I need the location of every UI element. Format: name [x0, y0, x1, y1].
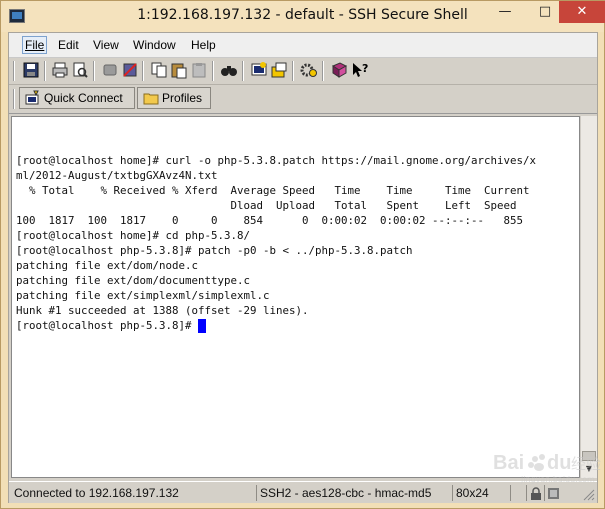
connect-icon[interactable] [121, 61, 139, 79]
toolbar: ? [9, 58, 597, 85]
toolbar-separator [93, 61, 95, 81]
menu-edit[interactable]: Edit [56, 37, 81, 53]
new-file-transfer-icon[interactable] [270, 61, 288, 79]
vertical-scrollbar[interactable]: ▼ [580, 116, 597, 478]
disconnect-icon[interactable] [101, 61, 119, 79]
minimize-button[interactable]: — [485, 1, 525, 23]
status-cipher: SSH2 - aes128-cbc - hmac-md5 [256, 485, 452, 501]
status-terminal-size: 80x24 [452, 485, 510, 501]
quick-connect-label: Quick Connect [44, 91, 123, 105]
terminal-line: % Total % Received % Xferd Average Speed… [16, 184, 530, 197]
watermark-suffix: 经验 [571, 455, 601, 473]
profiles-button[interactable]: Profiles [137, 87, 211, 109]
menu-file-label: File [25, 38, 45, 52]
terminal-line: patching file ext/dom/documenttype.c [16, 274, 251, 287]
save-icon[interactable] [22, 61, 40, 79]
print-preview-icon[interactable] [71, 61, 89, 79]
terminal-output[interactable]: [root@localhost home]# curl -o php-5.3.8… [11, 116, 580, 478]
terminal-line: [root@localhost php-5.3.8]# [16, 319, 199, 332]
status-network-icon [544, 485, 562, 501]
toolbar-separator [292, 61, 294, 81]
terminal-line: 100 1817 100 1817 0 0 854 0 0:00:02 0:00… [16, 214, 524, 227]
svg-text:?: ? [362, 62, 368, 75]
terminal-line: Dload Upload Total Spent Left Speed [16, 199, 517, 212]
context-help-icon[interactable]: ? [351, 61, 369, 79]
close-button[interactable]: ✕ [559, 1, 605, 23]
paw-icon [528, 454, 545, 471]
watermark-url: jingyan.baidu.com [520, 475, 595, 484]
terminal-line: [root@localhost home]# cd php-5.3.8/ [16, 229, 251, 242]
paste-disabled-icon[interactable] [190, 61, 208, 79]
quickbar-grip [13, 89, 15, 109]
toolbar-separator [212, 61, 214, 81]
help-book-icon[interactable] [330, 61, 348, 79]
resize-grip-icon[interactable] [581, 487, 595, 501]
ssh-window: 1:192.168.197.132 - default - SSH Secure… [0, 0, 605, 509]
menu-help[interactable]: Help [189, 37, 218, 53]
menu-bar: File Edit View Window Help [9, 33, 597, 58]
terminal-cursor [198, 319, 206, 333]
toolbar-separator [142, 61, 144, 81]
baidu-watermark: Bai du 经验 jingyan.baidu.com [493, 452, 601, 484]
toolbar-grip [13, 61, 15, 81]
terminal-line: [root@localhost home]# curl -o php-5.3.8… [16, 154, 537, 167]
status-connection: Connected to 192.168.197.132 [14, 486, 179, 500]
terminal-line: patching file ext/dom/node.c [16, 259, 199, 272]
terminal-line: ml/2012-August/txtbgGXAvz4N.txt [16, 169, 218, 182]
profiles-label: Profiles [162, 91, 203, 105]
quick-connect-button[interactable]: Quick Connect [19, 87, 135, 109]
print-icon[interactable] [51, 61, 69, 79]
toolbar-separator [322, 61, 324, 81]
quick-connect-icon [25, 90, 39, 105]
menu-file[interactable]: File [22, 36, 48, 54]
find-icon[interactable] [220, 61, 238, 79]
paste-icon[interactable] [170, 61, 188, 79]
terminal-line: Hunk #1 succeeded at 1388 (offset -29 li… [16, 304, 309, 317]
watermark-brand: Bai [493, 452, 524, 474]
status-empty-1 [510, 485, 526, 501]
terminal-line: patching file ext/simplexml/simplexml.c [16, 289, 270, 302]
new-terminal-icon[interactable] [250, 61, 268, 79]
toolbar-separator [242, 61, 244, 81]
toolbar-separator [44, 61, 46, 81]
copy-icon[interactable] [150, 61, 168, 79]
settings-icon[interactable] [300, 61, 318, 79]
status-lock-icon [526, 485, 544, 501]
terminal-line: [root@localhost php-5.3.8]# patch -p0 -b… [16, 244, 413, 257]
menu-view[interactable]: View [91, 37, 121, 53]
client-area: File Edit View Window Help ? Quick Conne… [8, 32, 598, 503]
watermark-brand-2: du [547, 452, 571, 474]
title-bar[interactable]: 1:192.168.197.132 - default - SSH Secure… [1, 1, 605, 32]
quick-connect-bar: Quick Connect Profiles [9, 85, 597, 114]
folder-icon [143, 93, 159, 105]
menu-window[interactable]: Window [131, 37, 178, 53]
